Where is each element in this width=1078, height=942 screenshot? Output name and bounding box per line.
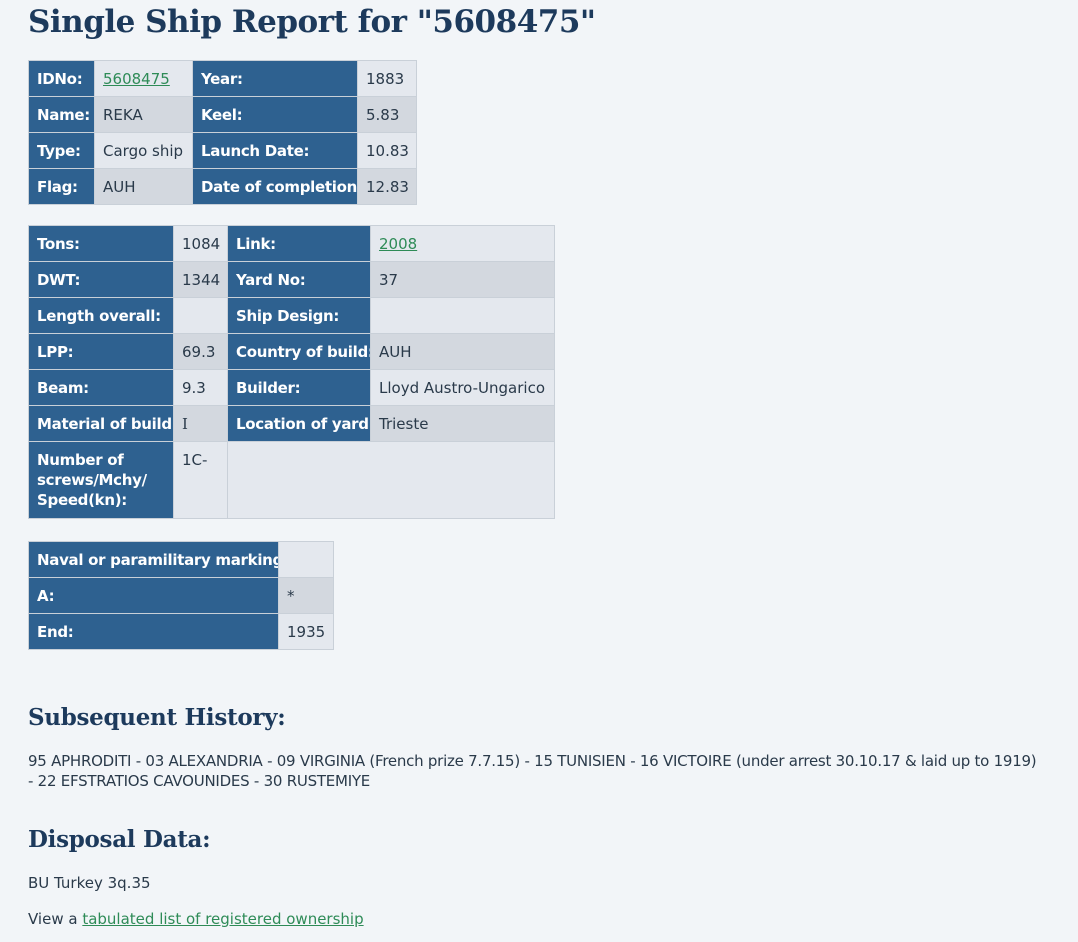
table-row: End: 1935: [28, 613, 334, 650]
a-value: *: [278, 577, 334, 614]
completion-date-label: Date of completion:: [192, 168, 358, 205]
disposal-data-heading: Disposal Data:: [28, 826, 211, 853]
length-overall-value: [173, 297, 228, 334]
beam-value: 9.3: [173, 369, 228, 406]
screws-mchy-speed-label: Number of screws/Mchy/ Speed(kn):: [28, 441, 174, 519]
table-row: Beam: 9.3 Builder: Lloyd Austro-Ungarico: [28, 369, 555, 406]
idno-label: IDNo:: [28, 60, 95, 97]
naval-marking-label: Naval or paramilitary marking :: [28, 541, 279, 578]
page-title: Single Ship Report for "5608475": [28, 4, 596, 40]
end-value: 1935: [278, 613, 334, 650]
table-row: Tons: 1084 Link: 2008: [28, 225, 555, 262]
yard-no-label: Yard No:: [227, 261, 371, 298]
country-of-build-value: AUH: [370, 333, 555, 370]
screws-mchy-speed-value: 1C-: [173, 441, 228, 519]
flag-label: Flag:: [28, 168, 95, 205]
tons-label: Tons:: [28, 225, 174, 262]
lpp-label: LPP:: [28, 333, 174, 370]
ownership-list-link[interactable]: tabulated list of registered ownership: [82, 910, 363, 928]
table-row: DWT: 1344 Yard No: 37: [28, 261, 555, 298]
ship-dimensions-table: Tons: 1084 Link: 2008 DWT: 1344 Yard No:…: [28, 225, 555, 519]
ship-design-label: Ship Design:: [227, 297, 371, 334]
ship-basic-info-table: IDNo: 5608475 Year: 1883 Name: REKA Keel…: [28, 60, 417, 205]
flag-value: AUH: [94, 168, 193, 205]
dwt-value: 1344: [173, 261, 228, 298]
year-label: Year:: [192, 60, 358, 97]
table-row: Length overall: Ship Design:: [28, 297, 555, 334]
marking-table: Naval or paramilitary marking : A: * End…: [28, 541, 334, 650]
type-label: Type:: [28, 132, 95, 169]
lpp-value: 69.3: [173, 333, 228, 370]
material-label: Material of build:: [28, 405, 174, 442]
a-label: A:: [28, 577, 279, 614]
completion-date-value: 12.83: [357, 168, 417, 205]
table-row: Naval or paramilitary marking :: [28, 541, 334, 578]
builder-value: Lloyd Austro-Ungarico: [370, 369, 555, 406]
location-of-yard-value: Trieste: [370, 405, 555, 442]
subsequent-history-text: 95 APHRODITI - 03 ALEXANDRIA - 09 VIRGIN…: [28, 752, 1037, 790]
link-link[interactable]: 2008: [379, 235, 417, 253]
ownership-link-prefix: View a: [28, 910, 83, 928]
tons-value: 1084: [173, 225, 228, 262]
launch-date-label: Launch Date:: [192, 132, 358, 169]
builder-label: Builder:: [227, 369, 371, 406]
location-of-yard-label: Location of yard:: [227, 405, 371, 442]
material-value: I: [173, 405, 228, 442]
year-value: 1883: [357, 60, 417, 97]
ownership-link-line: View a tabulated list of registered owne…: [28, 909, 364, 929]
link-value: 2008: [370, 225, 555, 262]
table-row: LPP: 69.3 Country of build: AUH: [28, 333, 555, 370]
table-row: IDNo: 5608475 Year: 1883: [28, 60, 417, 97]
table-row: Material of build: I Location of yard: T…: [28, 405, 555, 442]
idno-link[interactable]: 5608475: [103, 70, 170, 88]
link-label: Link:: [227, 225, 371, 262]
end-label: End:: [28, 613, 279, 650]
table-row: Type: Cargo ship Launch Date: 10.83: [28, 132, 417, 169]
length-overall-label: Length overall:: [28, 297, 174, 334]
disposal-data-text: BU Turkey 3q.35: [28, 874, 151, 892]
idno-value: 5608475: [94, 60, 193, 97]
subsequent-history-heading: Subsequent History:: [28, 704, 286, 731]
table-row: Name: REKA Keel: 5.83: [28, 96, 417, 133]
yard-no-value: 37: [370, 261, 555, 298]
name-value: REKA: [94, 96, 193, 133]
table-row: Flag: AUH Date of completion: 12.83: [28, 168, 417, 205]
ship-design-value: [370, 297, 555, 334]
country-of-build-label: Country of build:: [227, 333, 371, 370]
naval-marking-value: [278, 541, 334, 578]
launch-date-value: 10.83: [357, 132, 417, 169]
empty-cell: [227, 441, 555, 519]
keel-label: Keel:: [192, 96, 358, 133]
dwt-label: DWT:: [28, 261, 174, 298]
beam-label: Beam:: [28, 369, 174, 406]
table-row: A: *: [28, 577, 334, 614]
table-row: Number of screws/Mchy/ Speed(kn): 1C-: [28, 441, 555, 519]
type-value: Cargo ship: [94, 132, 193, 169]
keel-value: 5.83: [357, 96, 417, 133]
name-label: Name:: [28, 96, 95, 133]
